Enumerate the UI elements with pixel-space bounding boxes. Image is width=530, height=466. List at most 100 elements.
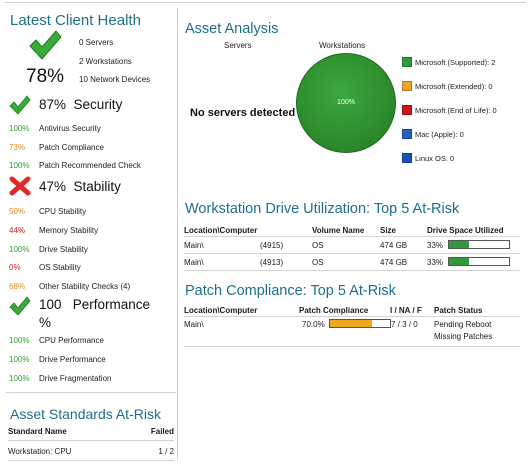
check-label: Patch Recommended Check [39, 161, 141, 170]
compliance-bar-fill [330, 320, 372, 327]
latest-client-health-title: Latest Client Health [10, 12, 141, 29]
table-row[interactable]: Main\ (4913) OS 474 GB 33% [184, 254, 520, 271]
check-label: Patch Compliance [39, 143, 104, 152]
col-failed: Failed [150, 427, 174, 436]
legend-item: Microsoft (Extended): 0 [402, 80, 497, 92]
check-label: CPU Stability [39, 207, 87, 216]
table-row[interactable]: Main\ 70.0% 7 / 3 / 0 Pending Reboot Mis… [184, 317, 520, 347]
legend-swatch [402, 129, 412, 139]
space-pct: 33% [427, 258, 444, 267]
table-header: Location\Computer Volume Name Size Drive… [184, 222, 520, 237]
check-percent: 73% [9, 143, 26, 152]
performance-percent: 100 % [39, 297, 62, 330]
security-header: 87% Security [39, 97, 122, 112]
patch-status-line1: Pending Reboot [434, 320, 492, 329]
location-cell: Main\ [184, 241, 204, 250]
col-standard-name: Standard Name [8, 427, 67, 436]
stability-percent: 47% [39, 179, 67, 194]
compliance-bar [329, 319, 391, 328]
check-percent: 100% [9, 124, 30, 133]
volume-cell: OS [312, 241, 324, 250]
x-icon [9, 176, 31, 196]
asset-standards-table: Standard Name Failed Workstation: CPU 1 … [8, 427, 174, 461]
patch-status-line2: Missing Patches [434, 332, 493, 341]
drive-space-bar-fill [449, 258, 469, 265]
stability-check-row[interactable]: 44% Memory Stability [9, 226, 174, 235]
check-percent: 50% [9, 207, 26, 216]
performance-label: Performance [72, 297, 151, 312]
failed-count: 1 / 2 [158, 447, 174, 456]
legend-label: Microsoft (Extended): 0 [415, 81, 493, 91]
stability-check-row[interactable]: 100% Drive Stability [9, 245, 174, 254]
check-label: Antivirus Security [39, 124, 101, 133]
workstations-pie-chart[interactable]: 100% [296, 53, 396, 153]
security-label: Security [73, 97, 123, 112]
patch-compliance-title: Patch Compliance: Top 5 At-Risk [185, 283, 396, 299]
table-row[interactable]: Workstation: CPU 1 / 2 [8, 441, 174, 461]
table-row[interactable]: Main\ (4915) OS 474 GB 33% [184, 237, 520, 254]
pie-slice-label: 100% [337, 99, 355, 106]
check-label: Drive Performance [39, 355, 106, 364]
left-section-divider [6, 392, 176, 393]
drive-utilization-table: Location\Computer Volume Name Size Drive… [184, 222, 520, 271]
check-percent: 100% [9, 336, 30, 345]
legend-label: Mac (Apple): 0 [415, 129, 464, 139]
volume-cell: OS [312, 258, 324, 267]
col-size: Size [380, 226, 397, 235]
panel-divider [177, 8, 178, 460]
col-drive-space: Drive Space Utilized [427, 226, 504, 235]
security-check-row[interactable]: 100% Patch Recommended Check [9, 161, 174, 170]
drive-space-bar-fill [449, 241, 469, 248]
check-percent: 0% [9, 263, 21, 272]
check-percent: 100% [9, 245, 30, 254]
check-percent: 100% [9, 161, 30, 170]
check-percent: 44% [9, 226, 26, 235]
legend-swatch [402, 81, 412, 91]
performance-check-row[interactable]: 100% CPU Performance [9, 336, 174, 345]
location-cell: Main\ [184, 320, 204, 329]
computer-cell: (4913) [260, 258, 284, 267]
stability-check-row[interactable]: 50% CPU Stability [9, 207, 174, 216]
computer-cell: (4915) [260, 241, 284, 250]
table-header: Standard Name Failed [8, 427, 174, 441]
check-icon [9, 95, 31, 115]
size-cell: 474 GB [380, 241, 408, 250]
network-devices-count: 10 Network Devices [79, 75, 151, 84]
check-label: OS Stability [39, 263, 81, 272]
col-ina: I / NA / F [390, 306, 422, 315]
size-cell: 474 GB [380, 258, 408, 267]
check-percent: 68% [9, 282, 26, 291]
col-volume: Volume Name [312, 226, 365, 235]
no-servers-message: No servers detected [190, 107, 296, 119]
asset-standards-title: Asset Standards At-Risk [10, 406, 161, 422]
legend-swatch [402, 105, 412, 115]
servers-count: 0 Servers [79, 38, 114, 47]
security-percent: 87% [39, 97, 67, 112]
performance-check-row[interactable]: 100% Drive Fragmentation [9, 374, 174, 383]
drive-space-bar [448, 240, 510, 249]
compliance-pct: 70.0% [302, 320, 325, 329]
check-label: Drive Stability [39, 245, 88, 254]
stability-check-row[interactable]: 0% OS Stability [9, 263, 174, 272]
stability-label: Stability [73, 179, 121, 194]
workstations-count: 2 Workstations [79, 57, 132, 66]
legend-label: Linux OS: 0 [415, 153, 455, 163]
security-check-row[interactable]: 100% Antivirus Security [9, 124, 174, 133]
stability-check-row[interactable]: 68% Other Stability Checks (4) [9, 282, 174, 291]
ina-cell: 7 / 3 / 0 [391, 320, 418, 329]
legend-label: Microsoft (Supported): 2 [415, 57, 496, 67]
drive-space-bar [448, 257, 510, 266]
performance-check-row[interactable]: 100% Drive Performance [9, 355, 174, 364]
legend-item: Microsoft (Supported): 2 [402, 56, 497, 68]
stability-header: 47% Stability [39, 179, 121, 194]
drive-utilization-title: Workstation Drive Utilization: Top 5 At-… [185, 201, 460, 217]
location-cell: Main\ [184, 258, 204, 267]
legend-item: Mac (Apple): 0 [402, 128, 497, 140]
space-pct: 33% [427, 241, 444, 250]
os-legend: Microsoft (Supported): 2 Microsoft (Exten… [402, 56, 497, 176]
patch-compliance-table: Location\Computer Patch Compliance I / N… [184, 304, 520, 347]
check-icon [29, 30, 62, 60]
security-check-row[interactable]: 73% Patch Compliance [9, 143, 174, 152]
check-label: CPU Performance [39, 336, 104, 345]
check-percent: 100% [9, 355, 30, 364]
